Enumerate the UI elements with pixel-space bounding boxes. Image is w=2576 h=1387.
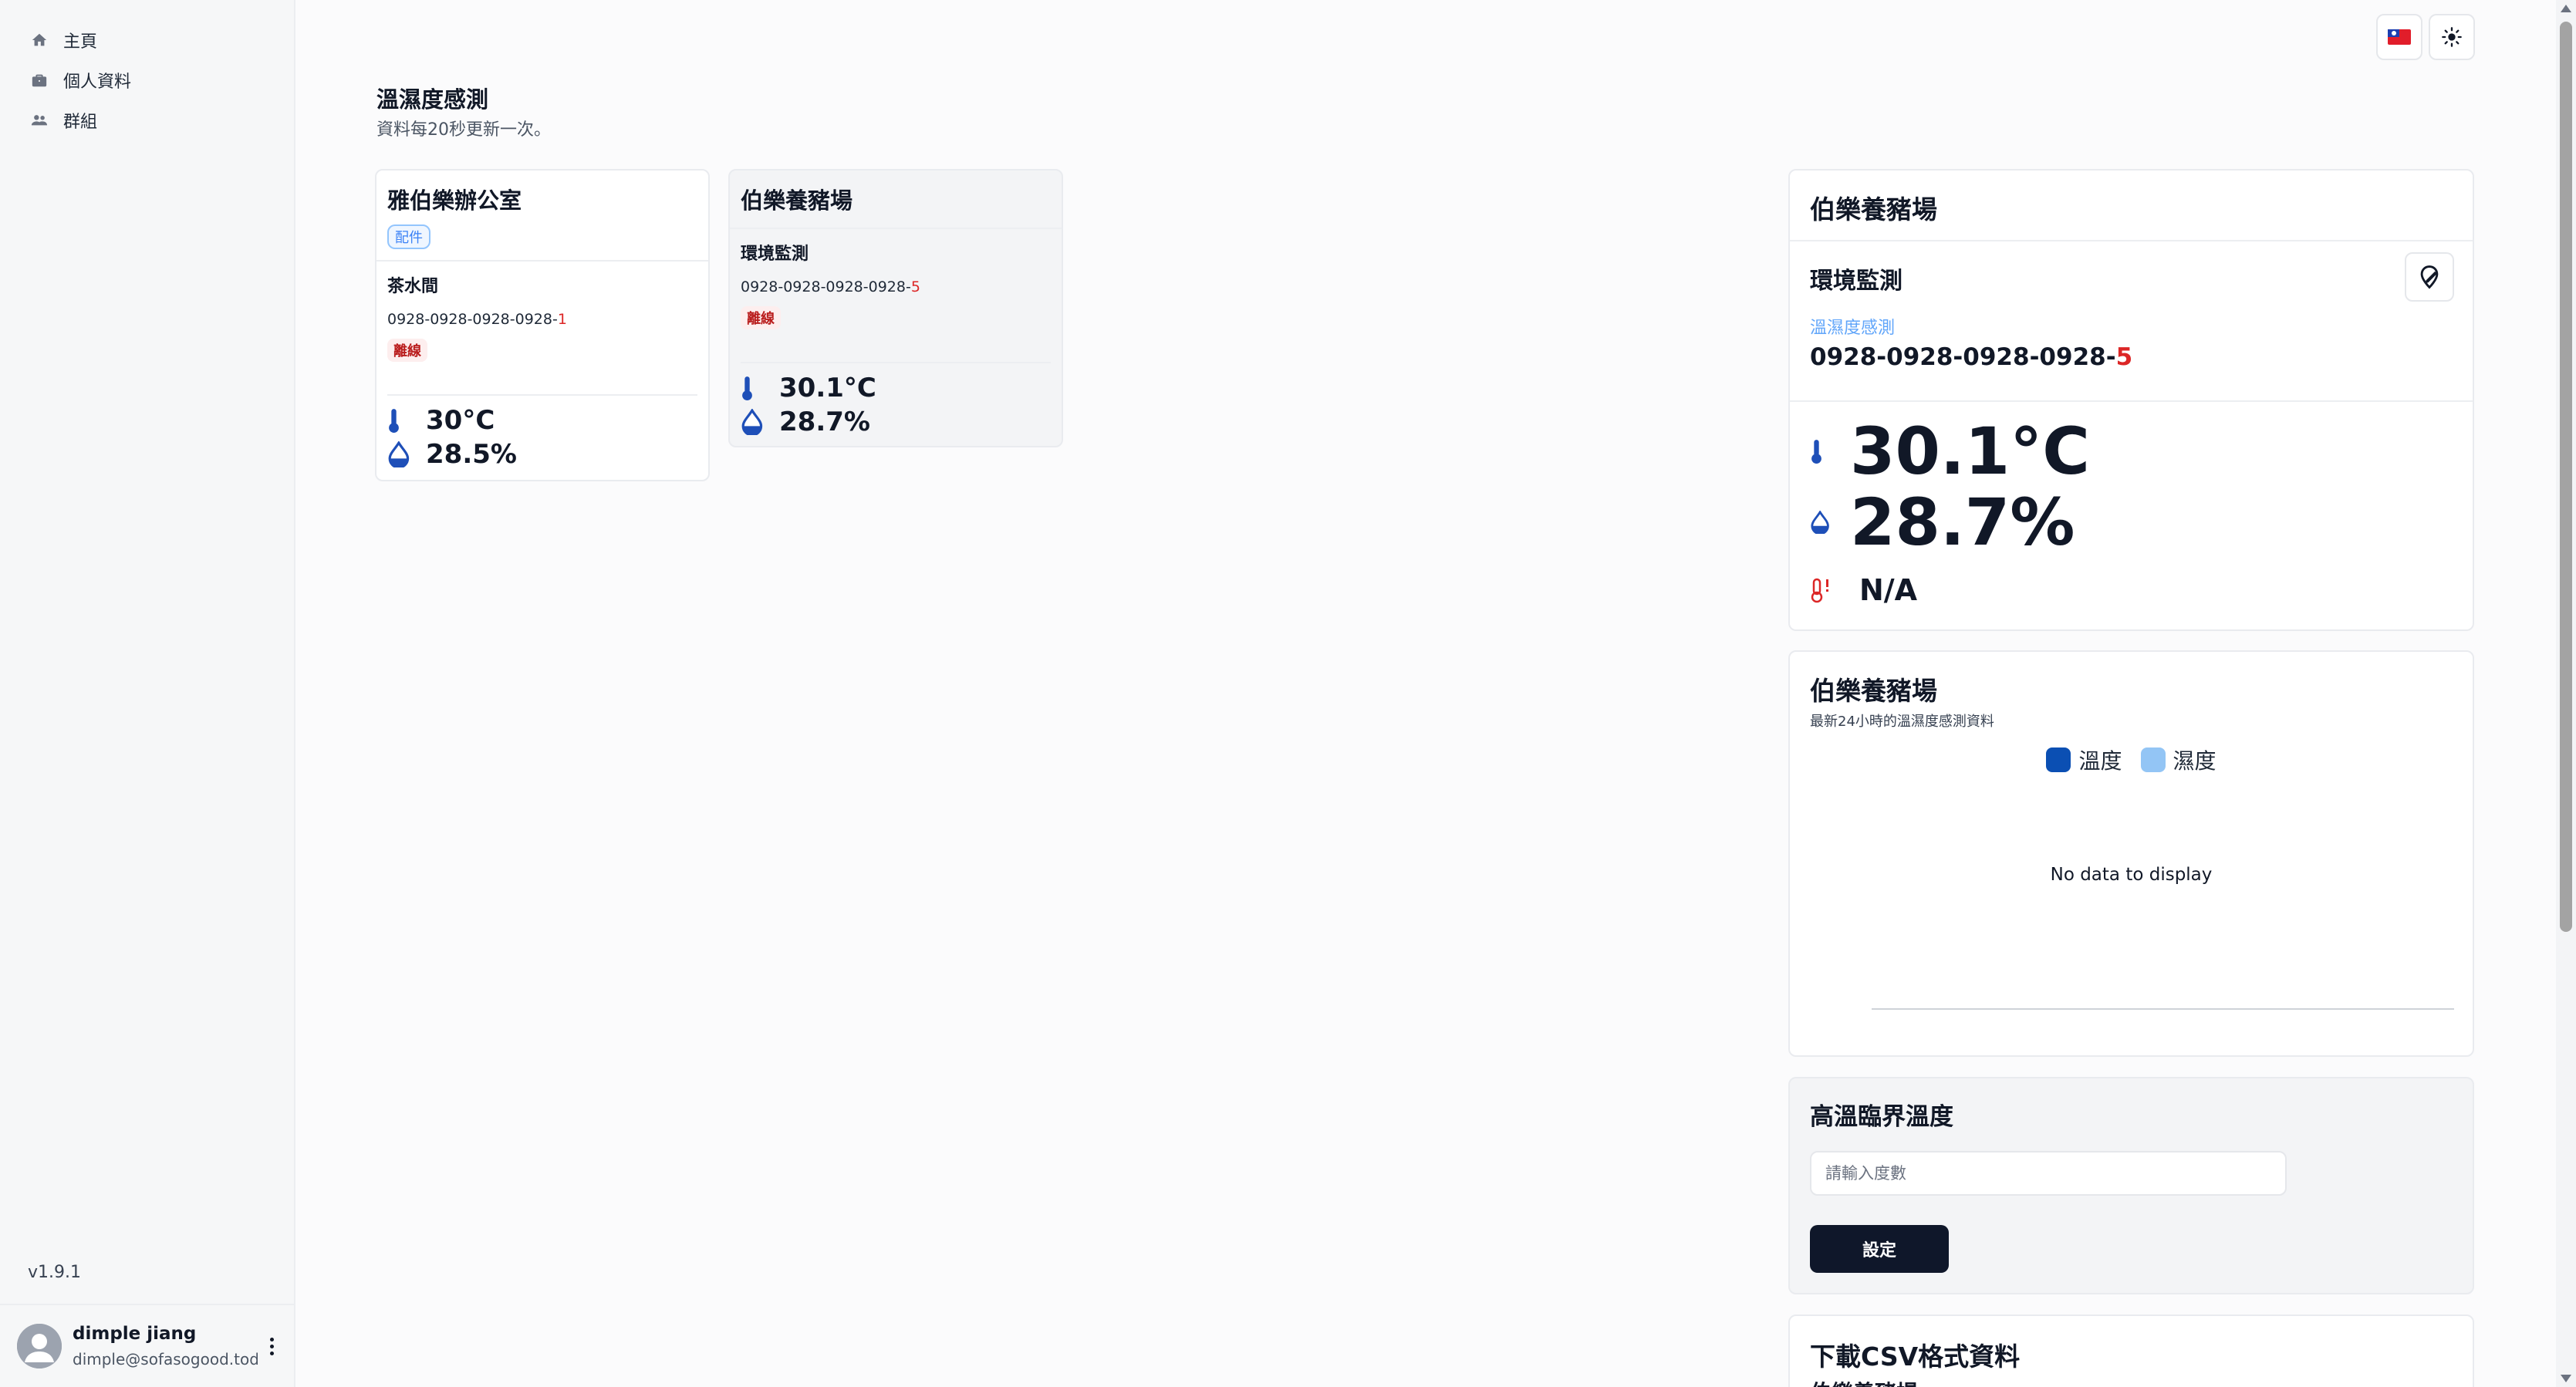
detail-section-name: 環境監測 [1810,268,1902,295]
accessory-tag: 配件 [387,224,430,249]
sidebar-nav: 主頁 個人資料 群組 [0,20,295,140]
chart-subtitle: 最新24小時的溫濕度感測資料 [1810,714,1994,730]
csv-download-panel: 下載CSV格式資料 伯樂養豬場 [1788,1314,2474,1387]
threshold-input[interactable] [1810,1151,2287,1196]
user-email: dimple@sofasogood.today [73,1350,258,1368]
legend-swatch [2140,747,2166,772]
chart-empty-message: No data to display [2050,865,2213,885]
sensor-location: 環境監測 [741,245,809,264]
thermometer-icon [1810,438,1836,464]
sensor-location: 茶水間 [387,277,439,296]
status-badge: 離線 [387,339,427,362]
user-avatar-icon [17,1324,62,1368]
humidity-reading: 28.5% [387,437,697,471]
humidity-reading: 28.7% [741,405,1051,439]
water-drop-icon [1810,511,1836,534]
detail-title: 伯樂養豬場 [1810,194,1937,224]
threshold-title: 高溫臨界溫度 [1810,1103,1953,1131]
detail-alert-temperature: N/A [1810,558,2453,623]
legend-item-humidity[interactable]: 濕度 [2140,744,2216,775]
scroll-thumb[interactable] [2560,22,2572,932]
card-title: 伯樂養豬場 [741,187,853,214]
sidebar-item-home[interactable]: 主頁 [0,20,295,60]
sun-icon [2442,27,2462,47]
sidebar-item-profile[interactable]: 個人資料 [0,60,295,100]
more-options-icon[interactable] [262,1331,281,1362]
serial-number: 0928-0928-0928-0928-1 [387,311,567,328]
thermometer-alert-icon [1810,577,1836,603]
chart-title: 伯樂養豬場 [1810,676,1937,706]
thermometer-icon [741,375,768,401]
home-icon [29,30,49,50]
theme-toggle-button[interactable] [2429,14,2475,60]
page-title: 溫濕度感測 [376,86,489,113]
water-drop-icon [741,409,768,435]
user-name: dimple jiang [73,1324,197,1344]
avatar [17,1324,62,1368]
detail-serial-number: 0928-0928-0928-0928-5 [1810,343,2133,371]
edit-device-button[interactable] [2405,252,2454,302]
sensor-type-link[interactable]: 溫濕度感測 [1810,314,2453,339]
detail-humidity: 28.7% [1810,484,2453,560]
taiwan-flag-icon [2388,29,2411,45]
threshold-panel: 高溫臨界溫度 設定 [1788,1077,2474,1294]
status-badge: 離線 [741,306,781,329]
sidebar-item-label: 群組 [63,113,98,132]
page-scrollbar[interactable] [2556,0,2576,1387]
water-drop-icon [387,441,415,467]
chart-legend: 溫度 濕度 [1790,744,2473,775]
csv-subtitle: 伯樂養豬場 [1810,1376,1918,1387]
device-card[interactable]: 伯樂養豬場 環境監測 0928-0928-0928-0928-5 離線 30.1… [728,169,1063,447]
csv-title: 下載CSV格式資料 [1810,1341,2021,1372]
legend-swatch [2046,747,2071,772]
temperature-reading: 30.1°C [741,371,1051,405]
temperature-reading: 30°C [387,403,697,437]
sidebar-item-label: 主頁 [63,32,98,52]
app-version: v1.9.1 [28,1263,81,1282]
briefcase-icon [29,70,49,90]
user-profile[interactable]: dimple jiang dimple@sofasogood.today [0,1304,294,1387]
chart-x-axis [1872,1008,2454,1010]
device-card[interactable]: 雅伯樂辦公室 配件 茶水間 0928-0928-0928-0928-1 離線 3… [375,169,710,481]
detail-temperature: 30.1°C [1810,413,2453,489]
sidebar-item-label: 個人資料 [63,73,132,92]
scroll-up-icon[interactable] [2561,5,2571,12]
edit-pen-icon [2420,265,2439,289]
set-threshold-button[interactable]: 設定 [1810,1225,1949,1273]
chart-panel: 伯樂養豬場 最新24小時的溫濕度感測資料 溫度 濕度 No data to di… [1788,650,2474,1057]
sidebar: 主頁 個人資料 群組 v1.9.1 dimple jiang dimple@so… [0,0,295,1387]
scroll-down-icon[interactable] [2561,1375,2571,1382]
language-button[interactable] [2376,14,2422,60]
thermometer-icon [387,407,415,434]
sidebar-item-groups[interactable]: 群組 [0,100,295,140]
page-subtitle: 資料每20秒更新一次。 [376,120,551,140]
card-title: 雅伯樂辦公室 [387,187,522,214]
group-icon [29,110,49,130]
user-info: dimple jiang dimple@sofasogood.today [73,1324,258,1368]
legend-item-temperature[interactable]: 溫度 [2046,744,2122,775]
device-detail-panel: 伯樂養豬場 環境監測 溫濕度感測 0928-0928-0928-0928-5 3… [1788,169,2474,631]
serial-number: 0928-0928-0928-0928-5 [741,278,920,295]
